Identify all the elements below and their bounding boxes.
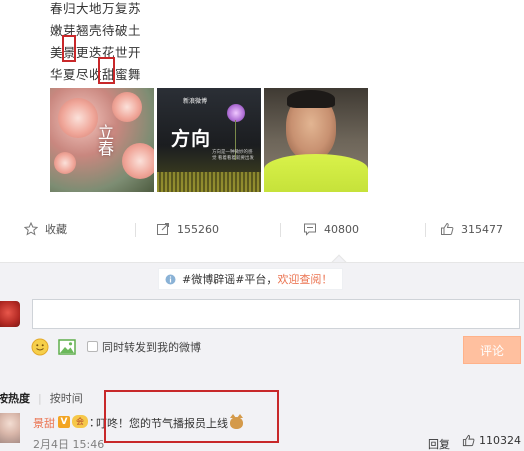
comment-time: 2月4日 15:46 xyxy=(33,438,105,451)
blossom xyxy=(122,143,154,179)
notice-text: #微博辟谣#平台， xyxy=(182,273,278,286)
comment-sort: 按热度 | 按时间 xyxy=(0,388,83,408)
avatar[interactable] xyxy=(0,301,20,327)
blossom xyxy=(54,152,76,174)
rumor-notice: #微博辟谣#平台， 欢迎查阅！ xyxy=(158,268,344,290)
like-count: 315477 xyxy=(461,222,503,236)
comment-author[interactable]: 景甜 xyxy=(33,415,55,431)
divider xyxy=(135,223,136,237)
man-selfie-photo[interactable] xyxy=(264,88,368,192)
forward-checkbox[interactable] xyxy=(87,341,98,352)
repost-icon xyxy=(157,223,169,235)
highlight-box xyxy=(98,57,115,84)
sort-by-time[interactable]: 按时间 xyxy=(50,390,83,406)
sort-separator: | xyxy=(38,391,42,405)
star-icon xyxy=(24,222,38,236)
spring-blossom-photo[interactable]: 立春 xyxy=(50,88,154,192)
reply-button[interactable]: 回复 xyxy=(428,436,450,451)
repost-count: 155260 xyxy=(177,222,219,236)
post-action-bar: 收藏 155260 40800 315477 xyxy=(0,211,524,247)
favorite-label: 收藏 xyxy=(45,223,67,236)
submit-comment-button[interactable]: 评论 xyxy=(463,336,521,364)
blossom xyxy=(58,98,98,138)
blossom xyxy=(112,92,142,122)
like-button[interactable]: 315477 xyxy=(440,211,503,247)
hair xyxy=(287,90,335,108)
comment-count: 40800 xyxy=(324,222,359,236)
thumbs-up-icon xyxy=(462,434,475,447)
favorite-button[interactable]: 收藏 xyxy=(24,211,67,247)
grass xyxy=(157,172,261,192)
poem-line: 春归大地万复苏 xyxy=(50,1,142,16)
poster-subtitle: 方向是一种微妙的感觉 看着看着就要出发 xyxy=(212,150,254,161)
forward-label: 同时转发到我的微博 xyxy=(102,341,201,354)
comment-button[interactable]: 40800 xyxy=(303,211,359,247)
comment-avatar[interactable] xyxy=(0,413,20,443)
weibo-logo: 新浪微博 xyxy=(183,98,208,105)
flower xyxy=(227,104,245,122)
comment-like-count: 110324 xyxy=(479,434,521,447)
image-icon[interactable] xyxy=(58,339,76,355)
poster-title: 方向 xyxy=(171,128,212,150)
highlight-box xyxy=(104,390,279,443)
repost-button[interactable]: 155260 xyxy=(156,211,219,247)
thumbs-up-icon xyxy=(441,222,454,235)
sort-by-hot[interactable]: 按热度 xyxy=(0,390,30,406)
comment-icon xyxy=(304,223,316,236)
emoji-icon[interactable] xyxy=(31,338,49,356)
notice-link[interactable]: 欢迎查阅！ xyxy=(277,271,332,287)
verified-badge[interactable]: V xyxy=(58,416,70,428)
info-icon xyxy=(165,274,176,284)
comment-input[interactable] xyxy=(32,299,520,329)
comment-like-button[interactable]: 110324 xyxy=(462,434,521,447)
shirt xyxy=(264,154,368,192)
divider xyxy=(425,223,426,237)
highlight-box xyxy=(62,35,76,62)
member-badge[interactable]: 会 xyxy=(72,415,88,428)
photo-caption: 立春 xyxy=(95,124,114,156)
divider xyxy=(280,223,281,237)
direction-poster-photo[interactable]: 新浪微博 方向 方向是一种微妙的感觉 看着看着就要出发 xyxy=(157,88,261,192)
